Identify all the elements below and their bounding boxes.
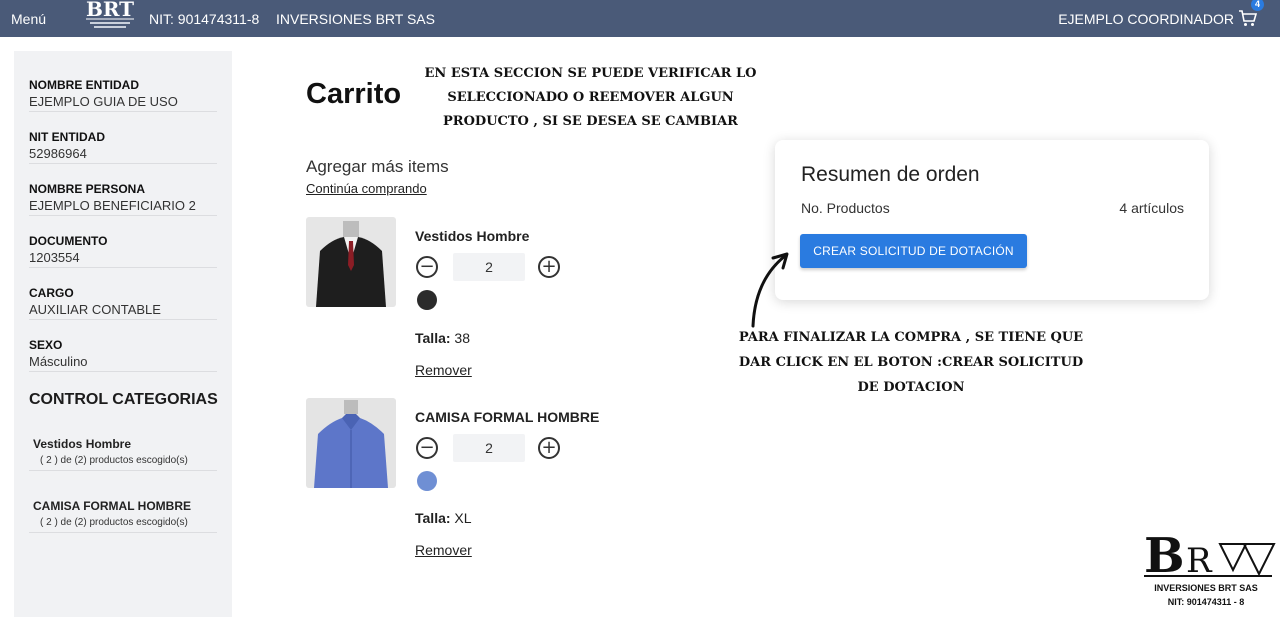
page-title: Carrito — [306, 78, 402, 110]
field-value: Másculino — [29, 354, 88, 369]
category-count: ( 2 ) de (2) productos escogido(s) — [40, 517, 188, 528]
color-swatch — [417, 471, 437, 491]
size-label: Talla: XL — [415, 510, 472, 526]
field-value: EJEMPLO GUIA DE USO — [29, 94, 178, 109]
field-label: NOMBRE PERSONA — [29, 182, 146, 196]
brand-name: INVERSIONES BRT SAS — [1154, 583, 1258, 593]
summary-title: Resumen de orden — [801, 163, 980, 186]
decrease-qty-button[interactable]: − — [416, 256, 438, 278]
product-name: CAMISA FORMAL HOMBRE — [415, 409, 600, 425]
field-label: SEXO — [29, 338, 63, 352]
cart-count-badge: 4 — [1251, 0, 1264, 11]
product-name: Vestidos Hombre — [415, 228, 530, 244]
annotation-arrow-icon — [751, 252, 789, 328]
brt-logo-icon[interactable]: BRT — [84, 0, 136, 32]
decrease-qty-button[interactable]: − — [416, 437, 438, 459]
product-image-shirt — [306, 398, 396, 488]
category-item: CAMISA FORMAL HOMBRE ( 2 ) de (2) produc… — [29, 499, 217, 533]
remove-link[interactable]: Remover — [415, 362, 472, 378]
field-label: DOCUMENTO — [29, 234, 108, 248]
increase-qty-button[interactable]: + — [538, 256, 560, 278]
continue-shopping-link[interactable]: Continúa comprando — [306, 181, 427, 196]
field-cargo: CARGO AUXILIAR CONTABLE — [29, 286, 217, 320]
sidebar: NOMBRE ENTIDAD EJEMPLO GUIA DE USO NIT E… — [14, 51, 232, 617]
field-label: CARGO — [29, 286, 74, 300]
brand-logo: B R INVERSIONES BRT SAS NIT: 901474311 -… — [1140, 526, 1276, 612]
size-label-title: Talla: — [415, 330, 451, 346]
color-swatch — [417, 290, 437, 310]
user-name[interactable]: EJEMPLO COORDINADOR — [1058, 11, 1234, 27]
category-item: Vestidos Hombre ( 2 ) de (2) productos e… — [29, 437, 217, 471]
top-navbar: Menú BRT NIT: 901474311-8 INVERSIONES BR… — [0, 0, 1280, 37]
cart-icon[interactable] — [1238, 9, 1258, 27]
brand-nit: NIT: 901474311 - 8 — [1167, 597, 1245, 607]
category-name: CAMISA FORMAL HOMBRE — [33, 499, 191, 513]
field-nombre-entidad: NOMBRE ENTIDAD EJEMPLO GUIA DE USO — [29, 78, 217, 112]
svg-text:B: B — [1144, 528, 1185, 582]
field-label: NIT ENTIDAD — [29, 130, 105, 144]
annotation-bottom: PARA FINALIZAR LA COMPRA , SE TIENE QUE … — [738, 330, 1084, 395]
field-value: 52986964 — [29, 146, 87, 161]
field-nit-entidad: NIT ENTIDAD 52986964 — [29, 130, 217, 164]
control-categorias-title: CONTROL CATEGORIAS — [29, 391, 218, 408]
annotation-top: EN ESTA SECCION SE PUEDE VERIFICAR LO SE… — [424, 66, 757, 129]
svg-text:BRT: BRT — [86, 0, 134, 21]
field-sexo: SEXO Másculino — [29, 338, 217, 372]
increase-qty-button[interactable]: + — [538, 437, 560, 459]
quantity-value[interactable]: 2 — [453, 253, 525, 281]
company-name: INVERSIONES BRT SAS — [276, 11, 435, 27]
add-more-heading: Agregar más items — [306, 157, 449, 176]
product-image-suit — [306, 217, 396, 307]
quantity-value[interactable]: 2 — [453, 434, 525, 462]
brt-logo-icon: B R — [1144, 528, 1276, 582]
create-request-button[interactable]: CREAR SOLICITUD DE DOTACIÓN — [800, 234, 1027, 268]
field-value: EJEMPLO BENEFICIARIO 2 — [29, 198, 196, 213]
menu-button[interactable]: Menú — [11, 11, 46, 27]
size-label: Talla: 38 — [415, 330, 470, 346]
order-summary-card: Resumen de orden No. Productos 4 artícul… — [775, 140, 1209, 300]
summary-products-value: 4 artículos — [1119, 200, 1184, 216]
field-value: 1203554 — [29, 250, 80, 265]
company-nit: NIT: 901474311-8 — [149, 11, 260, 27]
summary-products-label: No. Productos — [801, 200, 890, 216]
field-label: NOMBRE ENTIDAD — [29, 78, 139, 92]
size-label-title: Talla: — [415, 510, 451, 526]
category-count: ( 2 ) de (2) productos escogido(s) — [40, 455, 188, 466]
field-nombre-persona: NOMBRE PERSONA EJEMPLO BENEFICIARIO 2 — [29, 182, 217, 216]
category-name: Vestidos Hombre — [33, 437, 132, 451]
field-documento: DOCUMENTO 1203554 — [29, 234, 217, 268]
size-value: 38 — [450, 330, 470, 346]
remove-link[interactable]: Remover — [415, 542, 472, 558]
size-value: XL — [450, 510, 472, 526]
field-value: AUXILIAR CONTABLE — [29, 302, 161, 317]
